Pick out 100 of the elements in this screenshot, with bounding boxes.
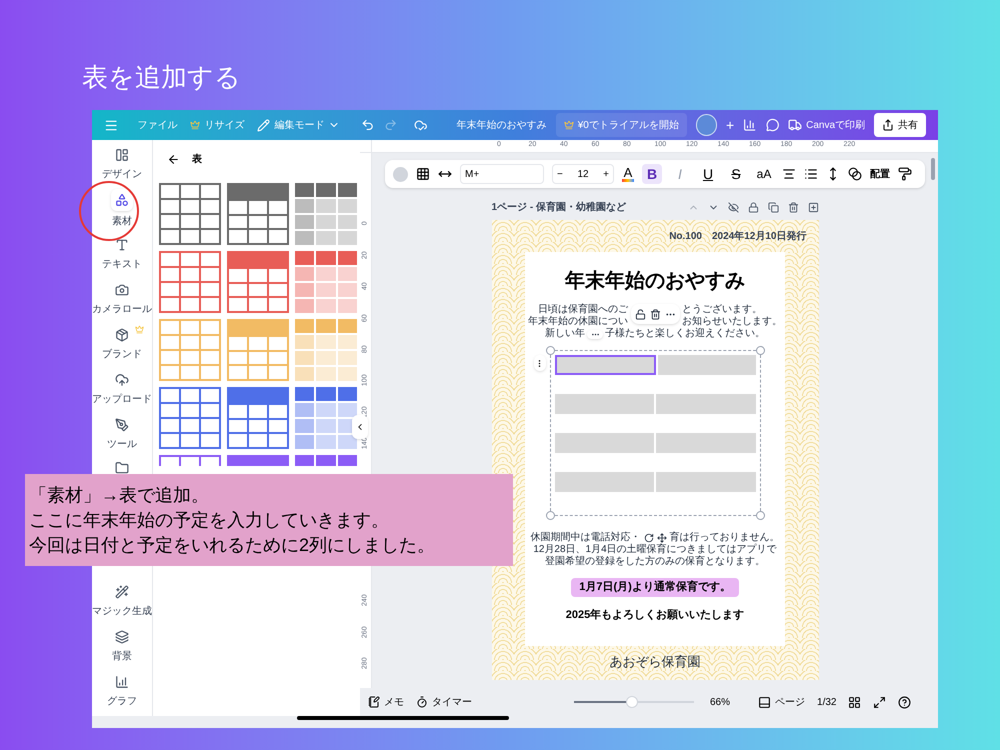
resize-handle[interactable] bbox=[546, 511, 554, 520]
more-handle[interactable] bbox=[587, 330, 603, 338]
table-template[interactable] bbox=[227, 387, 289, 449]
pages-button[interactable]: ページ bbox=[758, 694, 806, 710]
text-color-button[interactable]: A bbox=[622, 166, 634, 182]
copy-icon[interactable] bbox=[768, 202, 778, 212]
intro-text: 子様たちと楽しくお迎えください。 bbox=[605, 328, 765, 340]
rail-item[interactable]: カメラロール bbox=[92, 279, 152, 319]
rail-item[interactable]: アップロード bbox=[92, 369, 152, 409]
rail-item[interactable]: マジック生成 bbox=[92, 581, 152, 621]
color-swatch[interactable] bbox=[393, 166, 408, 182]
intro-text: とうございます。 bbox=[682, 304, 763, 316]
pencil-icon bbox=[257, 118, 270, 132]
callout-text: 今回は日付と予定をいれるために2列にしました。 bbox=[29, 534, 436, 556]
rail-item[interactable]: ブランド bbox=[92, 324, 152, 364]
timer-icon bbox=[416, 696, 428, 708]
add-page-icon[interactable] bbox=[808, 202, 818, 212]
page-title: 1ページ - 保育園・幼稚園など bbox=[492, 200, 626, 214]
resize-handle[interactable] bbox=[546, 346, 554, 355]
panel-title: 表 bbox=[192, 152, 202, 167]
print-button[interactable]: Canvaで印刷 bbox=[788, 118, 865, 132]
table-icon[interactable] bbox=[416, 167, 430, 181]
intro-text: 新しい年 bbox=[545, 328, 585, 340]
table-cell[interactable] bbox=[554, 394, 654, 414]
table-cell[interactable] bbox=[554, 472, 654, 492]
table-cell[interactable] bbox=[656, 394, 756, 414]
font-field[interactable]: M+ bbox=[460, 164, 544, 184]
table-cell[interactable] bbox=[656, 472, 756, 492]
case-button[interactable]: aA bbox=[754, 164, 774, 184]
paint-roller-icon[interactable] bbox=[898, 167, 912, 181]
menu-icon[interactable] bbox=[104, 118, 118, 132]
collapse-handle[interactable] bbox=[352, 415, 368, 439]
table-cell[interactable] bbox=[656, 433, 756, 452]
strike-button[interactable]: S bbox=[726, 164, 746, 184]
table-cell[interactable] bbox=[554, 355, 656, 374]
row-menu-handle[interactable] bbox=[534, 355, 546, 371]
table-template[interactable] bbox=[227, 251, 289, 313]
avatar[interactable] bbox=[696, 114, 718, 136]
table-template[interactable] bbox=[295, 387, 357, 449]
table-template[interactable] bbox=[295, 251, 357, 313]
rail-label: ツール bbox=[107, 438, 137, 452]
table-template[interactable] bbox=[159, 455, 221, 466]
rail-item[interactable]: ツール bbox=[92, 414, 152, 454]
page-icon bbox=[758, 696, 772, 708]
trash-icon[interactable] bbox=[650, 308, 660, 320]
rail-item[interactable]: 素材 bbox=[92, 189, 152, 229]
rail-label: マジック生成 bbox=[92, 604, 152, 619]
rotate-icon[interactable] bbox=[644, 533, 654, 543]
back-arrow-icon[interactable] bbox=[167, 153, 180, 166]
undo-icon[interactable] bbox=[361, 118, 375, 132]
zoom-thumb[interactable] bbox=[626, 696, 638, 708]
cloud-check-icon[interactable] bbox=[414, 118, 428, 132]
document-title[interactable]: 年末年始のおやすみ bbox=[456, 118, 547, 132]
list-icon[interactable] bbox=[804, 167, 818, 181]
rail-label: グラフ bbox=[107, 695, 137, 709]
callout-text: 「素材」→表で追加。 bbox=[29, 484, 210, 506]
table-cell[interactable] bbox=[658, 355, 756, 374]
crown-icon bbox=[190, 120, 200, 130]
notice-badge: 1月7日(月)より通常保育です。 bbox=[571, 578, 739, 596]
table-template[interactable] bbox=[159, 183, 221, 245]
decrease-button[interactable]: − bbox=[557, 166, 563, 182]
grid-view-icon[interactable] bbox=[848, 696, 862, 708]
table-template[interactable] bbox=[159, 251, 221, 313]
align-icon[interactable] bbox=[782, 167, 796, 181]
rail-label: 素材 bbox=[112, 214, 132, 229]
bold-button[interactable]: B bbox=[642, 164, 662, 184]
zoom-slider[interactable] bbox=[574, 696, 694, 708]
unlock-icon[interactable] bbox=[634, 308, 646, 320]
rail-item[interactable]: テキスト bbox=[92, 234, 152, 274]
rail-item[interactable]: 背景 bbox=[92, 626, 152, 666]
resize-handle[interactable] bbox=[756, 511, 764, 520]
rail-item[interactable]: デザイン bbox=[92, 144, 152, 184]
share-button[interactable]: 共有 bbox=[874, 113, 926, 137]
table-template[interactable] bbox=[295, 455, 357, 466]
increase-button[interactable]: + bbox=[603, 166, 609, 182]
chart-icon[interactable] bbox=[743, 118, 757, 132]
memo-button[interactable]: メモ bbox=[368, 694, 404, 710]
table-template[interactable] bbox=[227, 183, 289, 245]
trash-icon[interactable] bbox=[788, 202, 798, 212]
folder-icon[interactable] bbox=[115, 461, 129, 475]
trial-button[interactable]: ¥0でトライアルを開始 bbox=[556, 113, 687, 137]
notice-text: 登園希望の登録をした方のみの保育となります。 bbox=[545, 556, 765, 568]
rail-item[interactable]: グラフ bbox=[92, 671, 152, 711]
table-cell[interactable] bbox=[554, 433, 654, 452]
move-icon[interactable] bbox=[656, 533, 666, 543]
underline-button[interactable]: U bbox=[698, 164, 718, 184]
table-template[interactable] bbox=[295, 183, 357, 245]
comment-icon[interactable] bbox=[766, 118, 780, 132]
help-icon[interactable] bbox=[898, 696, 912, 708]
timer-button[interactable]: タイマー bbox=[416, 694, 472, 710]
lock-icon[interactable] bbox=[748, 202, 758, 212]
transparency-icon[interactable] bbox=[848, 167, 862, 181]
rail-label: テキスト bbox=[102, 258, 142, 272]
add-button[interactable]: + bbox=[726, 114, 734, 136]
eye-off-icon[interactable] bbox=[728, 202, 738, 212]
arrange-button[interactable]: 配置 bbox=[870, 166, 890, 182]
table-template[interactable] bbox=[159, 387, 221, 449]
fullscreen-icon[interactable] bbox=[873, 696, 886, 708]
font-size-field[interactable]: − 12 + bbox=[552, 164, 614, 184]
resize-handle[interactable] bbox=[756, 346, 764, 355]
